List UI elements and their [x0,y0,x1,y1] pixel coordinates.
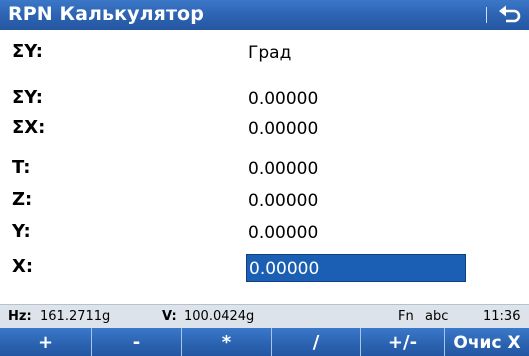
hz-value: 161.2711g [40,309,111,324]
change-sign-button[interactable]: +/- [360,328,444,356]
subtract-button[interactable]: - [91,328,181,356]
sum-x-row: ΣX: 0.00000 [0,114,529,144]
clock: 11:36 [483,309,521,324]
clear-x-button[interactable]: Очис X [444,328,529,356]
v-value: 100.0424g [184,309,255,324]
fn-indicator: Fn [398,309,414,324]
input-mode-indicator: abc [425,309,449,324]
register-x-label: X: [12,256,34,277]
register-y-label: Y: [12,221,31,242]
sum-y-value: 0.00000 [248,89,319,109]
status-bar: Hz: 161.2711g V: 100.0424g Fn abc 11:36 [0,304,529,328]
register-t-value: 0.00000 [248,159,319,179]
undo-arrow-icon [499,5,521,23]
register-z-label: Z: [12,189,33,210]
register-t-label: T: [12,157,31,178]
back-button[interactable] [495,2,525,28]
multiply-button[interactable]: * [181,328,271,356]
sum-y-row: ΣY: 0.00000 [0,84,529,114]
app-title: RPN Калькулятор [8,3,204,25]
register-t-row: T: 0.00000 [0,154,529,184]
add-button[interactable]: + [0,328,91,356]
hz-label: Hz: [8,309,32,324]
sum-y-mode-label: ΣY: [12,41,43,62]
sum-y-label: ΣY: [12,87,43,108]
register-x-row: X: 0.00000 [0,254,529,284]
divide-button[interactable]: / [271,328,360,356]
rpn-calculator-screen: RPN Калькулятор ΣY: Град ΣY: 0.00000 ΣX:… [0,0,529,356]
register-y-row: Y: 0.00000 [0,218,529,248]
title-divider [486,7,487,23]
register-y-value: 0.00000 [248,223,319,243]
title-bar: RPN Калькулятор [0,0,529,30]
register-z-value: 0.00000 [248,191,319,211]
angle-unit-value[interactable]: Град [248,43,291,63]
register-x-input[interactable]: 0.00000 [246,254,466,282]
sum-y-mode-row: ΣY: Град [0,38,529,68]
register-z-row: Z: 0.00000 [0,186,529,216]
sum-x-label: ΣX: [12,117,46,138]
sum-x-value: 0.00000 [248,119,319,139]
function-key-bar: + - * / +/- Очис X [0,328,529,356]
v-label: V: [162,309,177,324]
